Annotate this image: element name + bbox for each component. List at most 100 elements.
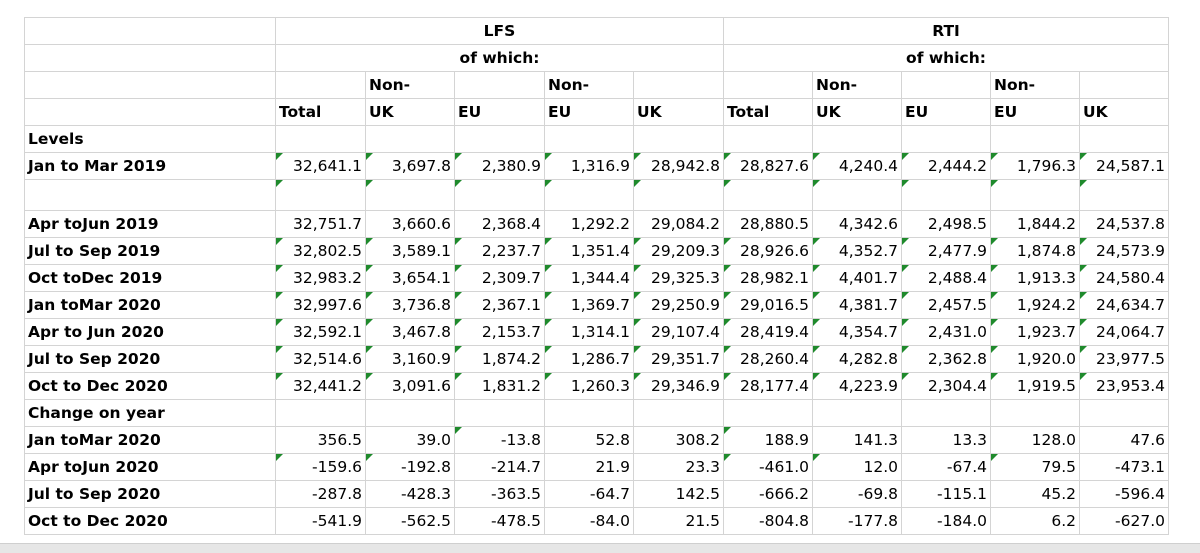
value-cell[interactable]: -596.4: [1079, 480, 1169, 508]
value-cell[interactable]: 32,514.6: [275, 345, 366, 373]
value-cell[interactable]: 1,923.7: [990, 318, 1080, 346]
value-cell[interactable]: -192.8: [365, 453, 455, 481]
blank-cell[interactable]: [990, 179, 1080, 211]
non-label[interactable]: Non-: [812, 71, 902, 99]
rti-of-which[interactable]: of which:: [723, 44, 1169, 72]
value-cell[interactable]: 308.2: [633, 426, 724, 454]
value-cell[interactable]: 4,381.7: [812, 291, 902, 319]
value-cell[interactable]: -627.0: [1079, 507, 1169, 535]
value-cell[interactable]: 2,153.7: [454, 318, 545, 346]
value-cell[interactable]: 188.9: [723, 426, 813, 454]
blank-cell[interactable]: [633, 125, 724, 153]
blank-cell[interactable]: [901, 399, 991, 427]
value-cell[interactable]: 28,982.1: [723, 264, 813, 292]
blank-cell[interactable]: [454, 399, 545, 427]
value-cell[interactable]: 1,316.9: [544, 152, 634, 180]
lfs-header[interactable]: LFS: [275, 17, 724, 45]
row-label[interactable]: Apr toJun 2019: [24, 210, 276, 238]
value-cell[interactable]: 1,874.8: [990, 237, 1080, 265]
value-cell[interactable]: 4,354.7: [812, 318, 902, 346]
blank-cell[interactable]: [723, 71, 813, 99]
value-cell[interactable]: 32,751.7: [275, 210, 366, 238]
value-cell[interactable]: -287.8: [275, 480, 366, 508]
blank-cell[interactable]: [365, 399, 455, 427]
value-cell[interactable]: 1,919.5: [990, 372, 1080, 400]
row-label[interactable]: Jan toMar 2020: [24, 291, 276, 319]
value-cell[interactable]: 28,827.6: [723, 152, 813, 180]
value-cell[interactable]: -69.8: [812, 480, 902, 508]
value-cell[interactable]: 32,441.2: [275, 372, 366, 400]
value-cell[interactable]: 28,260.4: [723, 345, 813, 373]
value-cell[interactable]: 1,831.2: [454, 372, 545, 400]
value-cell[interactable]: 3,736.8: [365, 291, 455, 319]
value-cell[interactable]: -84.0: [544, 507, 634, 535]
blank-cell[interactable]: [544, 399, 634, 427]
corner-cell[interactable]: [24, 71, 276, 99]
value-cell[interactable]: 2,380.9: [454, 152, 545, 180]
value-cell[interactable]: 24,587.1: [1079, 152, 1169, 180]
value-cell[interactable]: 1,924.2: [990, 291, 1080, 319]
value-cell[interactable]: 2,498.5: [901, 210, 991, 238]
blank-cell[interactable]: [275, 179, 366, 211]
value-cell[interactable]: 1,314.1: [544, 318, 634, 346]
value-cell[interactable]: 29,084.2: [633, 210, 724, 238]
value-cell[interactable]: 1,344.4: [544, 264, 634, 292]
non-label[interactable]: Non-: [990, 71, 1080, 99]
value-cell[interactable]: 4,223.9: [812, 372, 902, 400]
value-cell[interactable]: 32,641.1: [275, 152, 366, 180]
row-label[interactable]: Jan to Mar 2019: [24, 152, 276, 180]
value-cell[interactable]: 21.9: [544, 453, 634, 481]
non-label[interactable]: Non-: [544, 71, 634, 99]
value-cell[interactable]: 32,983.2: [275, 264, 366, 292]
value-cell[interactable]: 24,634.7: [1079, 291, 1169, 319]
value-cell[interactable]: -159.6: [275, 453, 366, 481]
value-cell[interactable]: 2,237.7: [454, 237, 545, 265]
value-cell[interactable]: 29,107.4: [633, 318, 724, 346]
value-cell[interactable]: -461.0: [723, 453, 813, 481]
blank-cell[interactable]: [544, 125, 634, 153]
column-header-eu[interactable]: EU: [901, 98, 991, 126]
value-cell[interactable]: 2,444.2: [901, 152, 991, 180]
corner-cell[interactable]: [24, 98, 276, 126]
column-header-uk[interactable]: UK: [633, 98, 724, 126]
value-cell[interactable]: 2,431.0: [901, 318, 991, 346]
value-cell[interactable]: 29,209.3: [633, 237, 724, 265]
value-cell[interactable]: -666.2: [723, 480, 813, 508]
value-cell[interactable]: 4,240.4: [812, 152, 902, 180]
value-cell[interactable]: 141.3: [812, 426, 902, 454]
value-cell[interactable]: 3,160.9: [365, 345, 455, 373]
corner-cell[interactable]: [24, 44, 276, 72]
value-cell[interactable]: 23,953.4: [1079, 372, 1169, 400]
blank-cell[interactable]: [901, 71, 991, 99]
column-header-eu[interactable]: EU: [544, 98, 634, 126]
value-cell[interactable]: 2,488.4: [901, 264, 991, 292]
column-header-uk[interactable]: UK: [812, 98, 902, 126]
value-cell[interactable]: -184.0: [901, 507, 991, 535]
rti-header[interactable]: RTI: [723, 17, 1169, 45]
row-label[interactable]: Jul to Sep 2020: [24, 480, 276, 508]
column-header-total[interactable]: Total: [275, 98, 366, 126]
row-label[interactable]: Oct toDec 2019: [24, 264, 276, 292]
value-cell[interactable]: 29,325.3: [633, 264, 724, 292]
blank-cell[interactable]: [1079, 125, 1169, 153]
value-cell[interactable]: 1,796.3: [990, 152, 1080, 180]
blank-cell[interactable]: [275, 399, 366, 427]
value-cell[interactable]: -115.1: [901, 480, 991, 508]
blank-cell[interactable]: [723, 179, 813, 211]
value-cell[interactable]: 3,660.6: [365, 210, 455, 238]
blank-cell[interactable]: [1079, 399, 1169, 427]
value-cell[interactable]: -214.7: [454, 453, 545, 481]
value-cell[interactable]: 52.8: [544, 426, 634, 454]
blank-cell[interactable]: [365, 125, 455, 153]
value-cell[interactable]: 24,064.7: [1079, 318, 1169, 346]
row-label[interactable]: Oct to Dec 2020: [24, 372, 276, 400]
row-label[interactable]: Jan toMar 2020: [24, 426, 276, 454]
blank-cell[interactable]: [812, 399, 902, 427]
value-cell[interactable]: -64.7: [544, 480, 634, 508]
non-label[interactable]: Non-: [365, 71, 455, 99]
value-cell[interactable]: 1,844.2: [990, 210, 1080, 238]
row-label[interactable]: Apr to Jun 2020: [24, 318, 276, 346]
value-cell[interactable]: 12.0: [812, 453, 902, 481]
value-cell[interactable]: 28,419.4: [723, 318, 813, 346]
blank-cell[interactable]: [812, 125, 902, 153]
